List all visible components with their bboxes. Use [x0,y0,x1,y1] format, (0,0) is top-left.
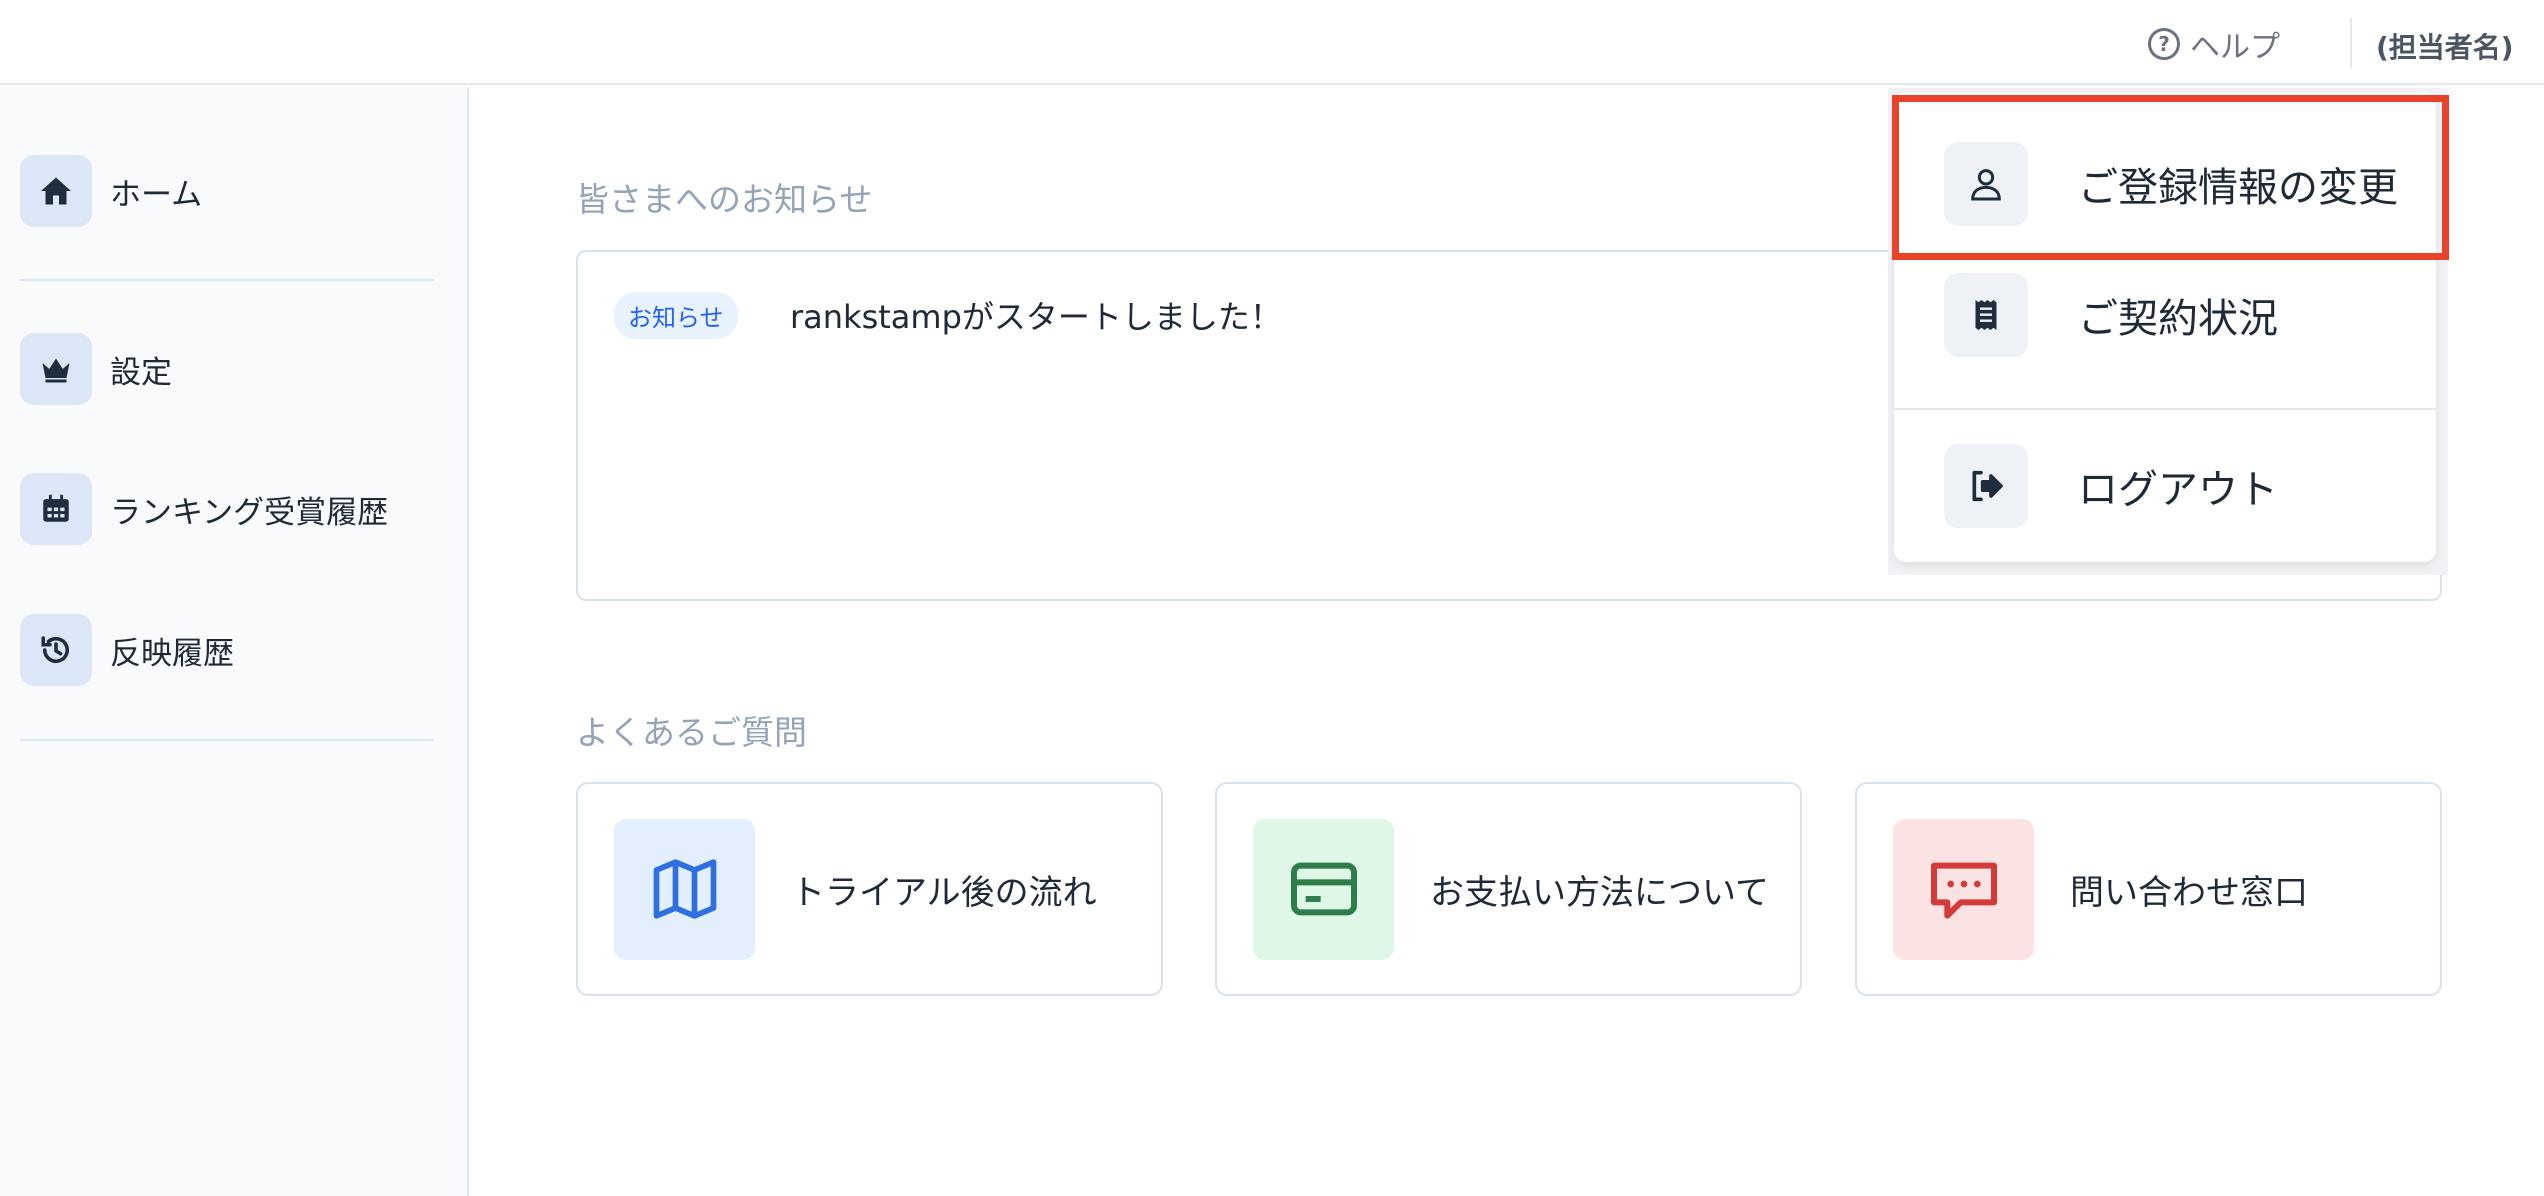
question-circle-icon: ? [2148,28,2180,60]
user-dropdown-menu: ご登録情報の変更 ご契約状況 ログアウト [1888,88,2448,575]
credit-card-icon [1253,818,1394,960]
menu-item-label: ログアウト [2078,467,2278,513]
map-icon [614,818,755,960]
menu-item-logout[interactable]: ログアウト [1894,444,2436,528]
sidebar-item-label: ホーム [110,176,203,213]
sidebar: ホーム 設定 ランキング受賞履歴 反映履歴 [0,87,469,1196]
faq-card-label: トライアル後の流れ [791,872,1097,913]
crown-icon [20,333,92,405]
help-label: ヘルプ [2190,30,2280,65]
calendar-icon [20,473,92,545]
faq-card-label: お支払い方法について [1430,872,1769,913]
top-bar: ? ヘルプ (担当者名) [0,0,2544,85]
notice-section-title: 皆さまへのお知らせ [576,180,873,219]
user-icon [1944,142,2028,226]
faq-section-title: よくあるご質問 [576,713,807,752]
menu-item-contract-status[interactable]: ご契約状況 [1894,273,2436,357]
menu-item-edit-profile[interactable]: ご登録情報の変更 [1894,142,2436,226]
topbar-divider [2350,18,2352,68]
sidebar-item-settings[interactable]: 設定 [20,333,172,405]
sidebar-item-ranking-history[interactable]: ランキング受賞履歴 [20,473,388,545]
sidebar-item-reflection-history[interactable]: 反映履歴 [20,614,234,686]
menu-divider [1894,408,2436,410]
sidebar-divider [20,279,434,281]
faq-card-trial-flow[interactable]: トライアル後の流れ [576,782,1163,996]
sidebar-item-label: 設定 [110,354,172,391]
chat-bubble-icon [1893,818,2034,960]
user-dropdown-panel: ご登録情報の変更 ご契約状況 ログアウト [1894,92,2436,562]
faq-card-payment[interactable]: お支払い方法について [1215,782,1802,996]
help-link[interactable]: ? ヘルプ [2148,22,2280,66]
sidebar-divider [20,739,434,741]
user-menu-toggle[interactable]: (担当者名) [2376,26,2514,66]
sidebar-item-label: 反映履歴 [110,635,234,672]
home-icon [20,155,92,227]
notice-item-text[interactable]: rankstampがスタートしました！ [790,292,1282,338]
logout-icon [1944,444,2028,528]
sidebar-item-label: ランキング受賞履歴 [110,494,389,531]
notice-badge: お知らせ [614,292,738,339]
sidebar-item-home[interactable]: ホーム [20,155,202,227]
menu-item-label: ご登録情報の変更 [2078,165,2398,211]
history-icon [20,614,92,686]
faq-card-contact[interactable]: 問い合わせ窓口 [1855,782,2442,996]
faq-card-label: 問い合わせ窓口 [2070,872,2308,913]
menu-item-label: ご契約状況 [2078,296,2278,342]
receipt-icon [1944,273,2028,357]
